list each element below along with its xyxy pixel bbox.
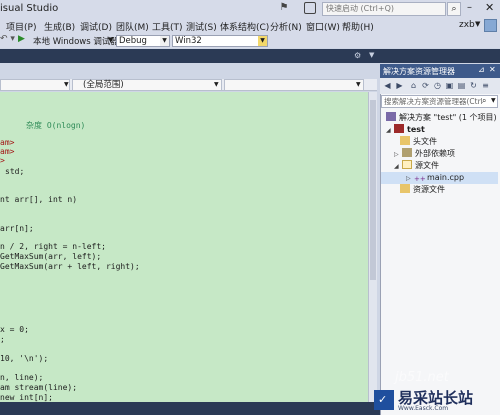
search-icon[interactable]: ⌕ (447, 2, 461, 16)
code-line: GetMaxSum(arr + left, right); (0, 262, 140, 271)
code-line: GetMaxSum(arr, left); (0, 252, 102, 261)
tree-item-main-cpp[interactable]: ▷ ++main.cpp (381, 172, 498, 184)
tree-item-label: 解决方案 "test" (1 个项目) (399, 113, 497, 122)
tree-item-label: 外部依赖项 (415, 149, 455, 158)
menu-build[interactable]: 生成(B) (44, 20, 75, 33)
chevron-down-icon[interactable]: ▼ (356, 79, 361, 91)
folder-icon (400, 184, 410, 193)
collapse-all-icon[interactable]: ▣ (444, 80, 455, 91)
menu-analyze[interactable]: 分析(N) (270, 20, 302, 33)
code-line: nt arr[], int n) (0, 195, 78, 204)
user-name[interactable]: zxb (459, 20, 475, 30)
menu-debug[interactable]: 调试(D) (80, 20, 112, 33)
menu-test[interactable]: 测试(S) (186, 20, 217, 33)
chevron-down-icon[interactable]: ▼ (214, 79, 219, 91)
project-icon (394, 124, 404, 133)
code-line: 10, '\n'); (0, 354, 49, 363)
forward-icon[interactable]: ▶ (394, 80, 405, 91)
home-icon[interactable]: ⌂ (408, 80, 419, 91)
code-line: am> (0, 138, 15, 147)
global-scope-select[interactable]: (全局范围) (72, 79, 222, 91)
tree-item-label: 头文件 (413, 137, 437, 146)
tab-overflow-icon[interactable]: ▼ (369, 51, 374, 59)
undo-redo-icon[interactable]: ↶ ▾ (0, 34, 15, 44)
back-icon[interactable]: ◀ (382, 80, 393, 91)
code-line: am stream(line); (0, 383, 78, 392)
properties-icon[interactable]: ≡ (480, 80, 491, 91)
code-line: arr[n]; (0, 224, 34, 233)
document-tab-strip (0, 49, 500, 63)
configuration-select[interactable]: Debug ▼ (116, 35, 170, 47)
menu-help[interactable]: 帮助(H) (342, 20, 374, 33)
solution-explorer-search-input[interactable]: 搜索解决方案资源管理器(Ctrl (381, 95, 498, 108)
tree-item-source-files[interactable]: ◢ 源文件 (394, 160, 439, 172)
menu-project[interactable]: 项目(P) (6, 20, 36, 33)
menu-architecture[interactable]: 体系结构(C) (220, 20, 269, 33)
tree-item-label: 源文件 (415, 161, 439, 170)
refresh-icon[interactable]: ↻ (468, 80, 479, 91)
external-deps-icon (402, 148, 412, 157)
cpp-file-icon: ++ (414, 175, 426, 183)
chevron-down-icon[interactable]: ▼ (491, 97, 496, 104)
chevron-down-icon[interactable]: ▼ (475, 20, 480, 28)
code-line: n / 2, right = n-left; (0, 242, 106, 251)
open-folder-icon (402, 160, 412, 169)
code-line: am> (0, 147, 15, 156)
watermark-logo-icon: ✓ (378, 393, 388, 406)
menu-window[interactable]: 窗口(W) (306, 20, 340, 33)
expand-arrow-icon[interactable]: ◢ (386, 125, 394, 137)
close-icon[interactable]: ✕ (489, 65, 496, 74)
chevron-down-icon[interactable]: ▼ (64, 79, 69, 91)
tree-item-label: main.cpp (427, 173, 465, 182)
pin-icon[interactable]: ⊿ (478, 65, 485, 74)
menu-team[interactable]: 团队(M) (116, 20, 149, 33)
minimize-icon[interactable]: – (467, 2, 477, 13)
code-line: new int[n]; (0, 393, 53, 402)
tree-item-project[interactable]: ◢ test (386, 124, 425, 136)
tree-item-label: test (407, 125, 425, 134)
menu-tools[interactable]: 工具(T) (152, 20, 183, 33)
app-title: isual Studio (0, 3, 59, 14)
status-bar (0, 402, 380, 415)
start-debug-icon[interactable]: ▶ (18, 34, 25, 44)
code-line: ; (0, 335, 5, 344)
show-all-files-icon[interactable]: ▤ (456, 80, 467, 91)
code-line: > (0, 156, 5, 165)
code-line: n, line); (0, 373, 44, 382)
gear-icon[interactable]: ⚙ (354, 51, 361, 60)
chevron-down-icon[interactable]: ▼ (258, 36, 267, 46)
watermark-site: jb51.net (395, 370, 449, 385)
solution-explorer-title: 解决方案资源管理器 (383, 67, 455, 76)
code-line: 杂度 O(nlogn) (26, 121, 86, 130)
notification-flag-icon[interactable]: ⚑ (278, 2, 290, 14)
configuration-value: Debug (119, 36, 147, 46)
sync-icon[interactable]: ⟳ (420, 80, 431, 91)
scrollbar-thumb[interactable] (370, 100, 376, 280)
platform-select[interactable]: Win32 ▼ (172, 35, 268, 47)
tree-item-resource-files[interactable]: 资源文件 (400, 184, 445, 196)
close-icon[interactable]: ✕ (485, 1, 497, 14)
tree-item-header-files[interactable]: 头文件 (400, 136, 437, 148)
solution-icon (386, 112, 396, 121)
code-line: x = 0; (0, 325, 29, 334)
quick-launch-input[interactable]: 快速启动 (Ctrl+Q) (322, 2, 446, 16)
history-icon[interactable]: ◷ (432, 80, 443, 91)
tree-item-solution[interactable]: 解决方案 "test" (1 个项目) (386, 112, 497, 124)
start-debugger-button[interactable]: 本地 Windows 调试器 (33, 35, 119, 47)
code-line: std; (5, 167, 25, 176)
chevron-down-icon[interactable]: ▼ (108, 36, 113, 44)
search-icon[interactable]: ⌕ (482, 96, 486, 106)
tree-item-external-deps[interactable]: ▷ 外部依赖项 (394, 148, 455, 160)
folder-icon (400, 136, 410, 145)
avatar[interactable] (484, 19, 497, 32)
member-select[interactable] (224, 79, 364, 91)
watermark-url: Www.Easck.Com (398, 405, 449, 412)
platform-value: Win32 (175, 36, 202, 46)
tree-item-label: 资源文件 (413, 185, 445, 194)
feedback-chat-icon[interactable] (304, 2, 316, 14)
code-editor[interactable]: 杂度 O(nlogn) am> am> > std; nt arr[], int… (0, 92, 368, 402)
chevron-down-icon[interactable]: ▼ (160, 36, 169, 46)
project-scope-select[interactable] (0, 79, 70, 91)
